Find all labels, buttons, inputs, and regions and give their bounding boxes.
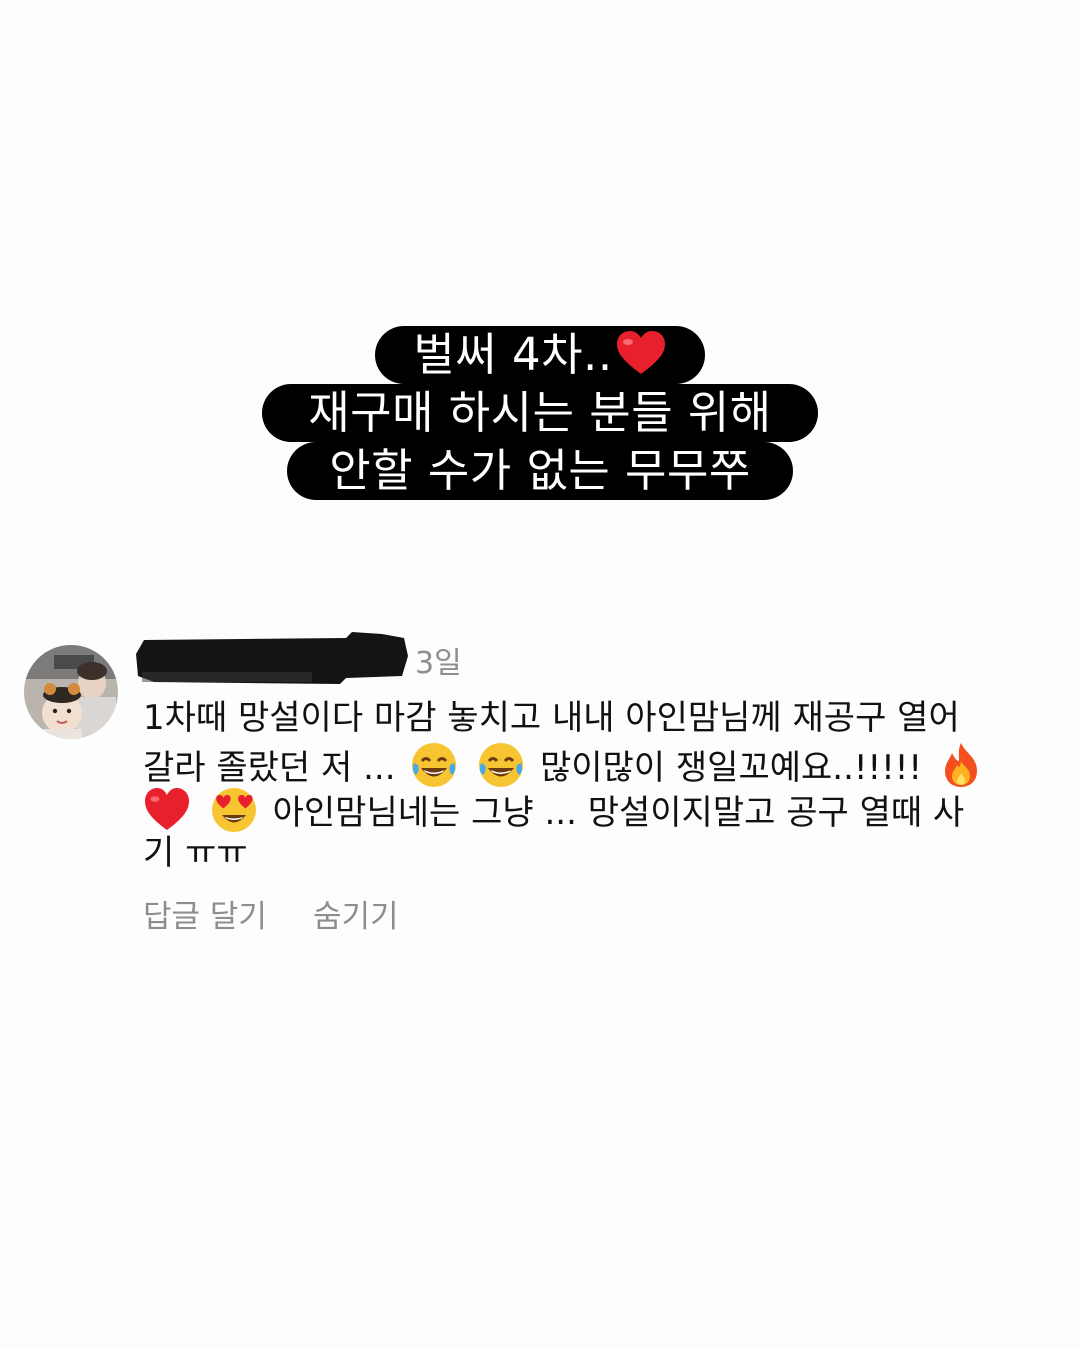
comment-line-4: 기 ㅠㅠ	[143, 833, 248, 873]
hide-button[interactable]: 숨기기	[313, 899, 399, 935]
story-caption: 벌써 4차.. 재구매 하시는 분들 위해 안할 수가 없는 무무쭈	[0, 326, 1080, 500]
caption-line-1: 벌써 4차..	[375, 326, 705, 384]
red-heart-icon	[615, 330, 667, 390]
comment-actions: 답글 달기 숨기기	[143, 896, 445, 938]
comment-line-1: 1차때 망설이다 마감 놓치고 내내 아인맘님께 재공구 열어	[143, 698, 960, 738]
username-redacted[interactable]	[134, 632, 410, 686]
heart-eyes-emoji-icon	[210, 786, 258, 834]
caption-line-2: 재구매 하시는 분들 위해	[262, 384, 818, 442]
comment-time: 3일	[415, 646, 462, 681]
reply-button[interactable]: 답글 달기	[143, 899, 267, 935]
caption-line-3: 안할 수가 없는 무무쭈	[287, 442, 793, 500]
red-heart-emoji-icon	[143, 786, 191, 834]
joy-emoji-icon	[477, 741, 525, 789]
comment-line-3-part-a: 아인맘님네는 그냥 ... 망설이지말고 공구 열때 사	[272, 793, 965, 833]
fire-emoji-icon	[937, 741, 985, 789]
comment-line-3: 아인맘님네는 그냥 ... 망설이지말고 공구 열때 사	[143, 786, 1043, 834]
caption-line-1-text: 벌써 4차..	[413, 328, 613, 381]
comment-line-2: 갈라 졸랐던 저 ... 많이많이 쟁일꼬예요..!!!!!	[143, 741, 1043, 789]
comment-line-2-part-b: 많이많이 쟁일꼬예요..!!!!!	[539, 748, 923, 788]
comment-text: 1차때 망설이다 마감 놓치고 내내 아인맘님께 재공구 열어 갈라 졸랐던 저…	[143, 696, 1043, 876]
comment-line-2-part-a: 갈라 졸랐던 저 ...	[143, 748, 396, 788]
joy-emoji-icon	[410, 741, 458, 789]
story-screen: 벌써 4차.. 재구매 하시는 분들 위해 안할 수가 없는 무무쭈 3일 1차…	[0, 0, 1080, 1348]
avatar[interactable]	[24, 645, 118, 739]
